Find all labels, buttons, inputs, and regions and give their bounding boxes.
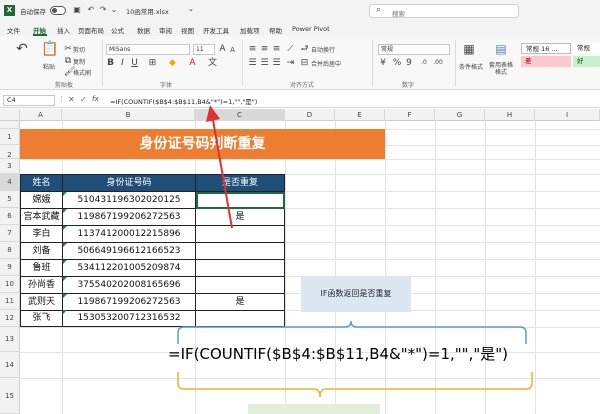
- red-arrow-line: [212, 119, 233, 229]
- orange-brace: [177, 372, 533, 398]
- large-formula-text: =IF(COUNTIF($B$4:$B$11,B4&"*")=1,"","是"): [168, 345, 509, 363]
- annotation-green-box: [248, 404, 380, 414]
- annotation-note: IF函数返回是否重复: [301, 277, 411, 312]
- blue-brace: [177, 320, 527, 344]
- red-arrow-head: [206, 105, 220, 122]
